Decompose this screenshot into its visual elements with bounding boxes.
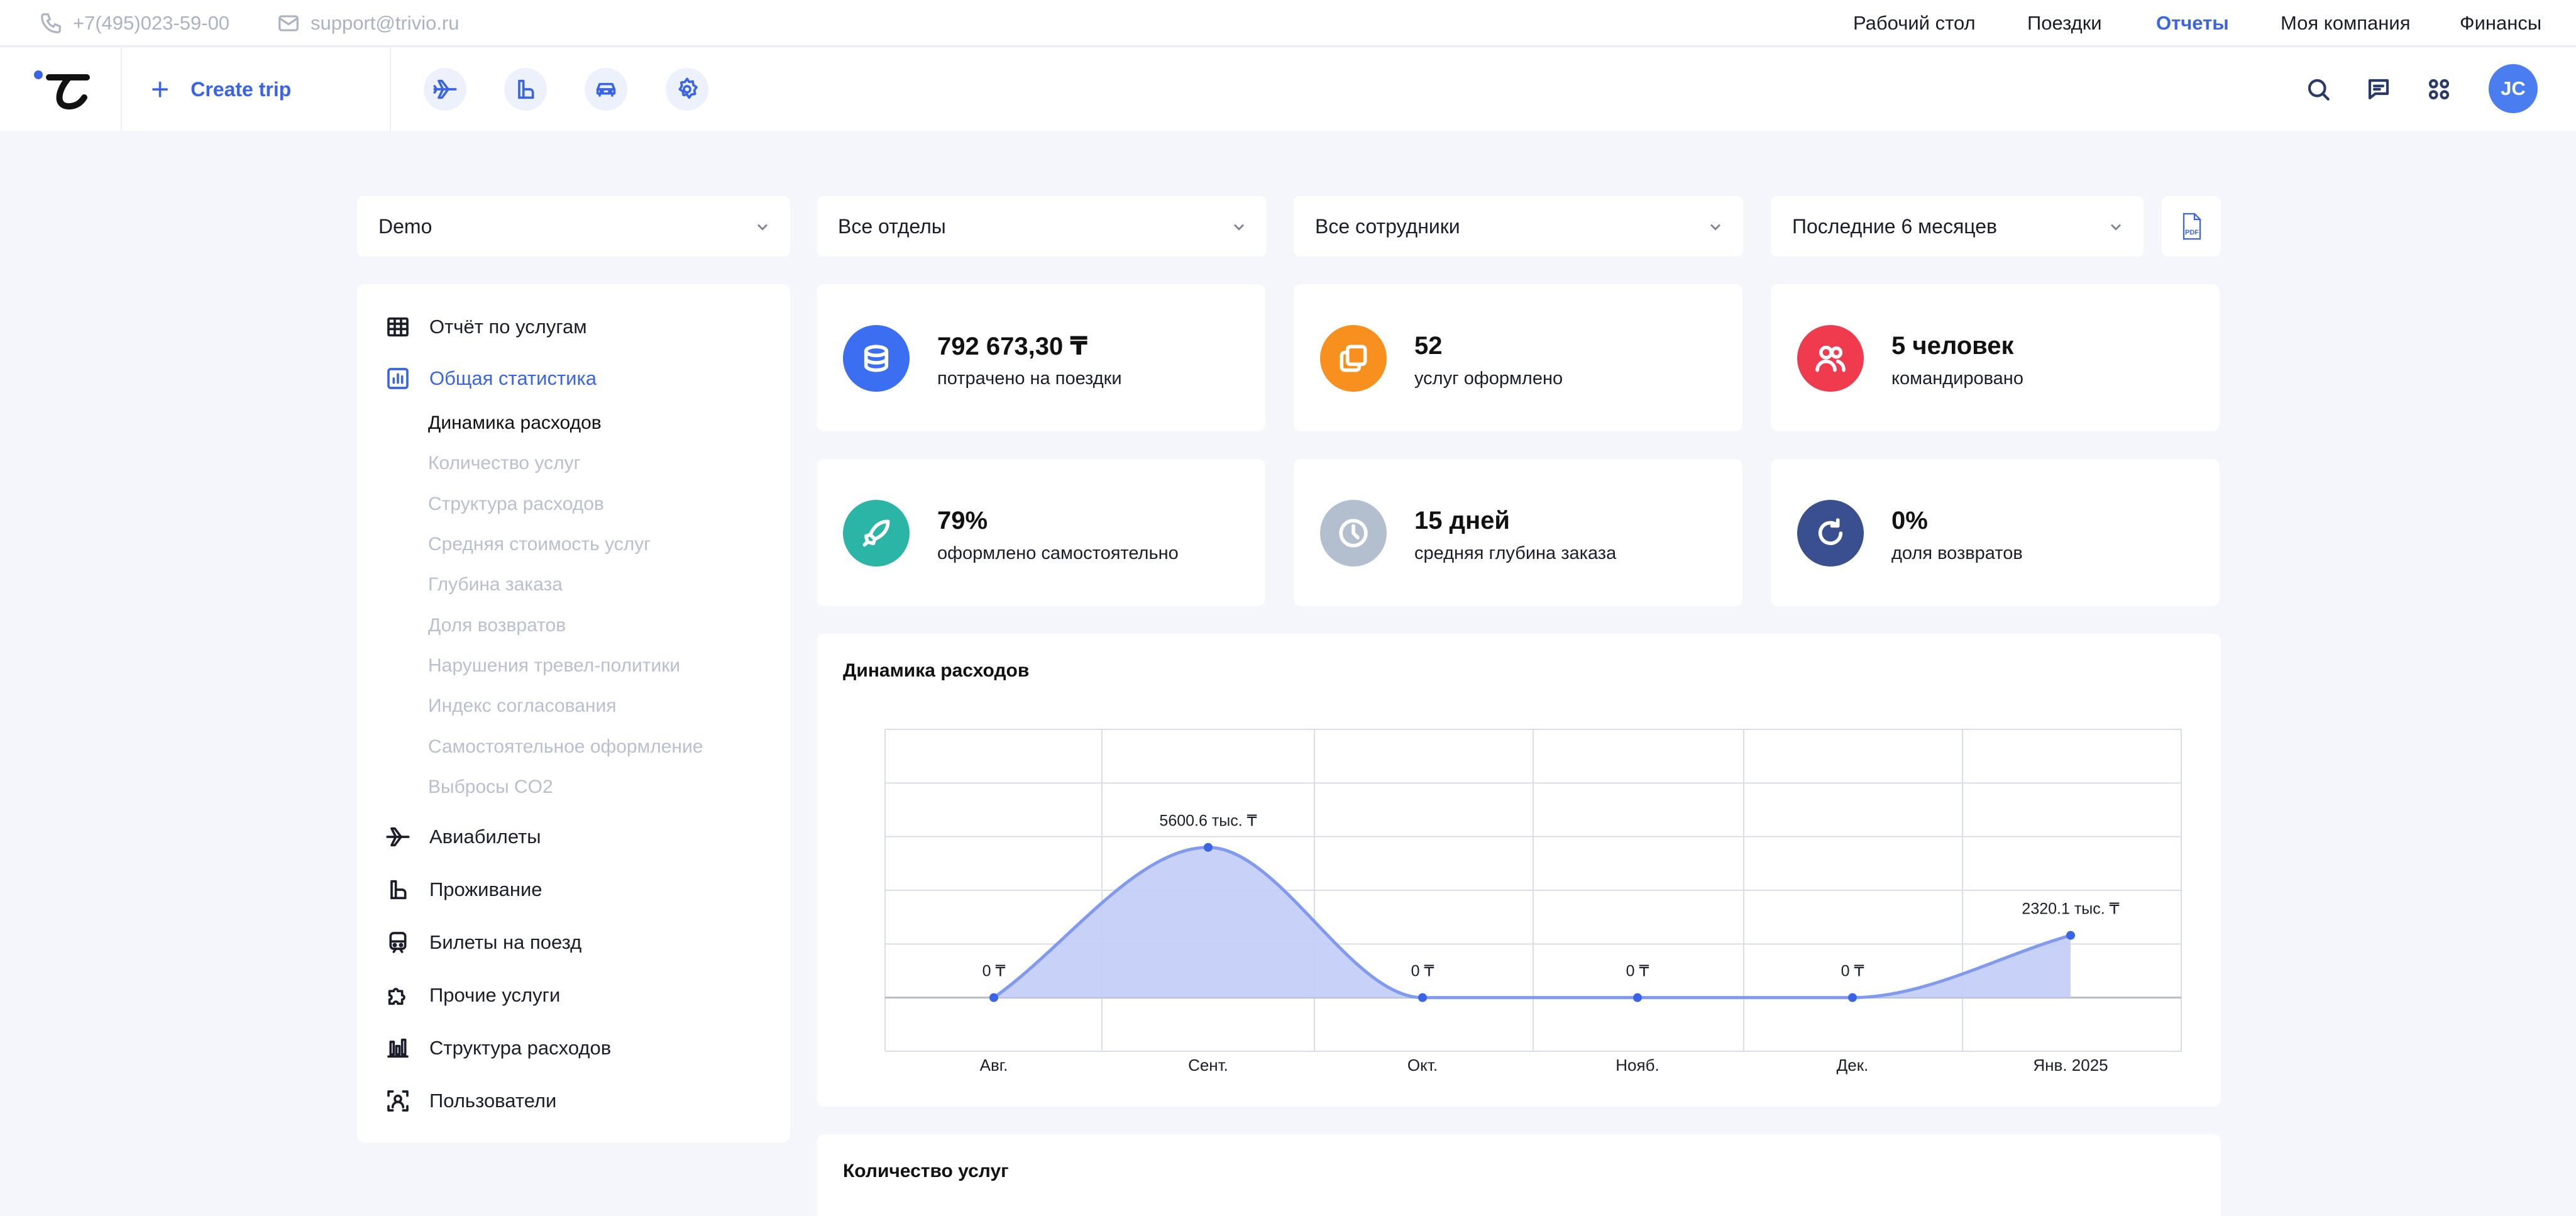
x-tick-label: Дек. [1837, 1056, 1869, 1075]
x-tick-label: Нояб. [1616, 1056, 1659, 1075]
data-label: 0 ₸ [1626, 963, 1649, 980]
data-label: 2320.1 тыс. ₸ [2022, 900, 2119, 918]
data-label: 0 ₸ [983, 963, 1006, 980]
data-label: 0 ₸ [1841, 963, 1864, 980]
services-count-title: Количество услуг [843, 1161, 1009, 1181]
data-point [1633, 993, 1642, 1002]
x-tick-label: Авг. [980, 1056, 1008, 1075]
x-tick-label: Янв. 2025 [2033, 1056, 2108, 1075]
x-tick-label: Сент. [1188, 1056, 1228, 1075]
services-count-panel [817, 1134, 2221, 1216]
data-point [1418, 993, 1427, 1002]
spending-chart: 0 ₸ Авг. 5600.6 тыс. ₸ Сент. 0 ₸ Окт. 0 ₸ Нояб.… [884, 729, 2182, 1075]
data-label: 5600.6 тыс. ₸ [1159, 812, 1257, 830]
series-area [994, 847, 2071, 998]
data-point [1848, 993, 1857, 1002]
data-point [1204, 843, 1213, 852]
data-point [2066, 931, 2075, 940]
x-tick-label: Окт. [1407, 1056, 1438, 1075]
data-label: 0 ₸ [1411, 963, 1434, 980]
data-point [989, 993, 998, 1002]
